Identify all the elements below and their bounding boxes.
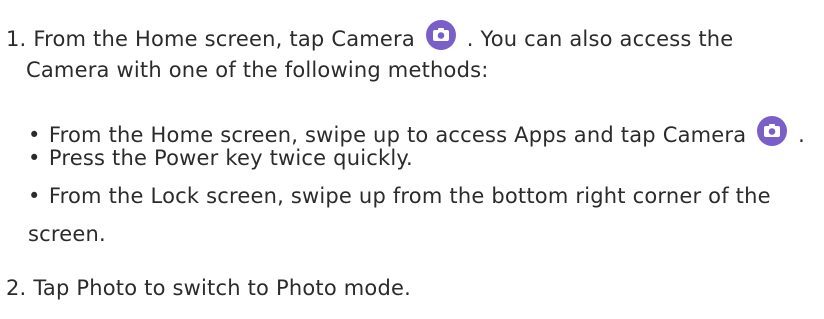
bullet-item-2: • Press the Power key twice quickly.: [28, 144, 413, 172]
bullet-marker: •: [28, 184, 41, 208]
step-2-number: 2.: [6, 276, 27, 300]
step-1-text-after-icon: . You can also access the: [466, 27, 734, 51]
camera-app-icon: [425, 20, 456, 50]
bullet-marker: •: [28, 146, 41, 170]
camera-app-icon: [757, 116, 788, 146]
bullet-item-3-continuation: screen.: [28, 220, 106, 248]
step-2-text: Tap Photo to switch to Photo mode.: [33, 276, 411, 300]
bullet-text: From the Lock screen, swipe up from the …: [48, 184, 771, 208]
bullet-text: Press the Power key twice quickly.: [48, 146, 413, 170]
bullet-item-3: • From the Lock screen, swipe up from th…: [28, 182, 771, 210]
bullet-continuation: screen.: [28, 222, 106, 246]
step-1-number: 1.: [6, 27, 27, 51]
step-1-line-2: Camera with one of the following methods…: [26, 56, 489, 84]
step-1-text: From the Home screen, tap Camera: [33, 27, 415, 51]
step-1-line-1: 1. From the Home screen, tap Camera . Yo…: [6, 20, 733, 53]
bullet-text-after-icon: .: [798, 123, 805, 147]
step-1-continuation: Camera with one of the following methods…: [26, 58, 489, 82]
step-2-line: 2. Tap Photo to switch to Photo mode.: [6, 274, 411, 302]
